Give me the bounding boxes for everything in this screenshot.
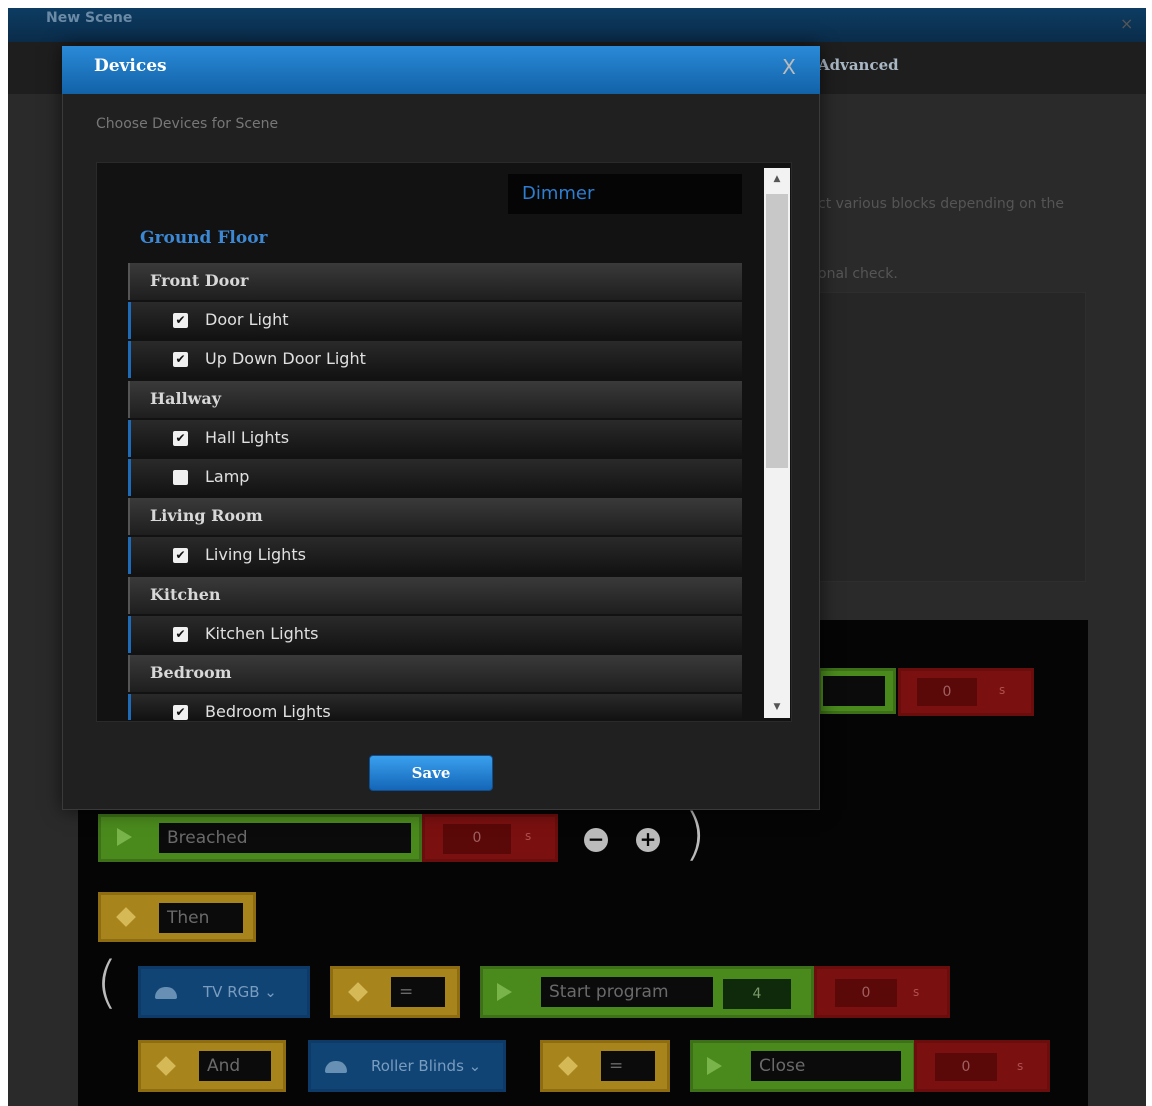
- delay-input[interactable]: 0: [443, 824, 511, 854]
- device-checkbox[interactable]: ✔: [173, 548, 188, 563]
- device-checkbox[interactable]: ✔: [173, 313, 188, 328]
- diamond-icon: [116, 907, 136, 927]
- room-label: Bedroom: [150, 663, 232, 682]
- play-icon: [497, 983, 512, 1001]
- device-type-filter[interactable]: Dimmer: [508, 174, 742, 214]
- play-icon: [707, 1057, 722, 1075]
- device-row[interactable]: ✔ Door Light: [128, 302, 742, 339]
- action-input[interactable]: Start program: [541, 977, 713, 1007]
- device-dropdown[interactable]: Roller Blinds ⌄: [308, 1040, 506, 1092]
- description-text: ct various blocks depending on the: [818, 196, 1064, 212]
- device-row[interactable]: ✔ Up Down Door Light: [128, 341, 742, 378]
- action-block[interactable]: Start program 4: [480, 966, 814, 1018]
- preview-panel: [818, 292, 1086, 582]
- logic-block[interactable]: And: [138, 1040, 286, 1092]
- scroll-up-icon[interactable]: ▲: [764, 168, 790, 190]
- add-icon[interactable]: +: [636, 828, 660, 852]
- tab-advanced[interactable]: Advanced: [818, 56, 899, 74]
- delay-block[interactable]: 0 s: [914, 1040, 1050, 1092]
- device-label: Door Light: [205, 310, 289, 329]
- diamond-icon: [348, 982, 368, 1002]
- room-header: Hallway: [128, 381, 742, 418]
- operator-block[interactable]: =: [330, 966, 460, 1018]
- device-checkbox[interactable]: ✔: [173, 627, 188, 642]
- action-block[interactable]: [818, 668, 896, 714]
- then-input[interactable]: Then: [159, 903, 243, 933]
- device-checkbox[interactable]: ✔: [173, 352, 188, 367]
- delay-block[interactable]: 0 s: [814, 966, 950, 1018]
- action-input[interactable]: Close: [751, 1051, 901, 1081]
- delay-input[interactable]: 0: [835, 979, 897, 1007]
- device-icon: [325, 1061, 347, 1073]
- room-label: Hallway: [150, 389, 222, 408]
- condition-block[interactable]: Breached: [98, 814, 422, 862]
- device-checkbox[interactable]: ✔: [173, 705, 188, 720]
- delay-unit: s: [999, 683, 1006, 697]
- dialog-subtitle: Choose Devices for Scene: [96, 116, 279, 132]
- room-label: Kitchen: [150, 585, 221, 604]
- delay-input[interactable]: 0: [935, 1053, 997, 1081]
- operator-block[interactable]: =: [540, 1040, 670, 1092]
- room-header: Front Door: [128, 263, 742, 300]
- delay-unit: s: [1017, 1059, 1024, 1073]
- operator-input[interactable]: =: [391, 977, 445, 1007]
- device-label: Up Down Door Light: [205, 349, 366, 368]
- scroll-down-icon[interactable]: ▼: [764, 696, 790, 718]
- scrollbar-thumb[interactable]: [766, 194, 788, 468]
- delay-input[interactable]: 0: [917, 678, 977, 706]
- close-parenthesis: ): [684, 802, 706, 867]
- description-text: onal check.: [818, 266, 898, 282]
- room-header: Bedroom: [128, 655, 742, 692]
- scene-editor-titlebar: New Scene ×: [8, 8, 1146, 42]
- delay-block[interactable]: 0 s: [422, 814, 558, 862]
- device-label: Roller Blinds ⌄: [371, 1057, 482, 1075]
- device-row[interactable]: ✔ Kitchen Lights: [128, 616, 742, 653]
- program-number-input[interactable]: 4: [723, 979, 791, 1009]
- device-row[interactable]: ✔ Bedroom Lights: [128, 694, 742, 720]
- delay-block[interactable]: 0 s: [898, 668, 1034, 716]
- device-row[interactable]: Lamp: [128, 459, 742, 496]
- play-icon: [117, 828, 132, 846]
- then-block[interactable]: Then: [98, 892, 256, 942]
- device-checkbox[interactable]: [173, 470, 188, 485]
- room-label: Living Room: [150, 506, 263, 525]
- room-label: Front Door: [150, 271, 249, 290]
- remove-icon[interactable]: −: [584, 828, 608, 852]
- device-dropdown[interactable]: TV RGB ⌄: [138, 966, 310, 1018]
- delay-unit: s: [913, 985, 920, 999]
- open-parenthesis: (: [96, 950, 118, 1015]
- room-header: Kitchen: [128, 577, 742, 614]
- device-label: TV RGB ⌄: [203, 983, 277, 1001]
- action-input[interactable]: [823, 676, 885, 706]
- operator-input[interactable]: =: [601, 1051, 655, 1081]
- dialog-header: [62, 46, 820, 94]
- diamond-icon: [156, 1056, 176, 1076]
- scene-editor-title: New Scene: [46, 10, 133, 26]
- device-icon: [155, 987, 177, 999]
- scene-editor-close-icon[interactable]: ×: [1120, 14, 1133, 33]
- close-icon[interactable]: X: [778, 56, 800, 78]
- device-label: Bedroom Lights: [205, 702, 331, 720]
- diamond-icon: [558, 1056, 578, 1076]
- device-row[interactable]: ✔ Living Lights: [128, 537, 742, 574]
- device-label: Living Lights: [205, 545, 306, 564]
- room-header: Living Room: [128, 498, 742, 535]
- floor-heading: Ground Floor: [140, 228, 268, 248]
- delay-unit: s: [525, 829, 532, 843]
- device-row[interactable]: ✔ Hall Lights: [128, 420, 742, 457]
- dialog-title: Devices: [94, 56, 167, 76]
- device-checkbox[interactable]: ✔: [173, 431, 188, 446]
- device-label: Hall Lights: [205, 428, 290, 447]
- logic-input[interactable]: And: [199, 1051, 271, 1081]
- action-block[interactable]: Close: [690, 1040, 916, 1092]
- device-label: Lamp: [205, 467, 250, 486]
- device-label: Kitchen Lights: [205, 624, 319, 643]
- save-button[interactable]: Save: [369, 755, 493, 791]
- condition-input[interactable]: Breached: [159, 823, 411, 853]
